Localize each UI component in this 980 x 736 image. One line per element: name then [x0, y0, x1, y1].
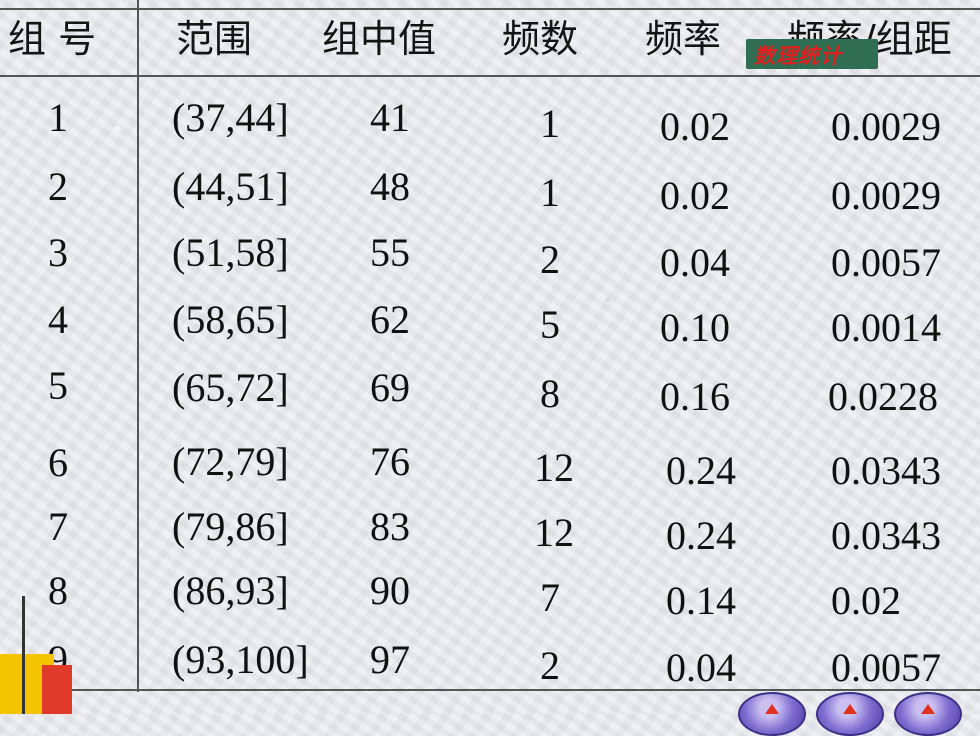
- rate-cell: 0.04: [666, 645, 736, 690]
- midpoint-cell: 69: [370, 365, 410, 410]
- midpoint-cell: 90: [370, 568, 410, 613]
- group-cell: 7: [48, 504, 68, 549]
- density-cell: 0.0057: [831, 645, 941, 690]
- group-cell: 8: [48, 568, 68, 613]
- group-cell: 5: [48, 363, 68, 408]
- frequency-cell: 8: [540, 371, 560, 416]
- range-cell: (37,44]: [172, 95, 289, 140]
- group-cell: 4: [48, 297, 68, 342]
- range-cell: (51,58]: [172, 230, 289, 275]
- range-cell: (79,86]: [172, 504, 289, 549]
- range-cell: (44,51]: [172, 164, 289, 209]
- frequency-cell: 12: [534, 445, 574, 490]
- rate-cell: 0.10: [660, 305, 730, 350]
- range-cell: (65,72]: [172, 365, 289, 410]
- group-cell: 1: [48, 95, 68, 140]
- header-top-rule: [0, 8, 980, 10]
- rate-cell: 0.04: [660, 240, 730, 285]
- density-cell: 0.0228: [828, 374, 938, 419]
- midpoint-cell: 76: [370, 439, 410, 484]
- rate-cell: 0.16: [660, 374, 730, 419]
- range-cell: (72,79]: [172, 439, 289, 484]
- frequency-cell: 12: [534, 510, 574, 555]
- header-group: 组 号: [8, 17, 97, 61]
- corner-decoration-line: [22, 596, 25, 714]
- density-cell: 0.0343: [831, 448, 941, 493]
- midpoint-cell: 83: [370, 504, 410, 549]
- midpoint-cell: 62: [370, 297, 410, 342]
- corner-decoration-accent: [42, 665, 72, 714]
- header-range: 范围: [176, 17, 253, 61]
- header-bottom-rule: [0, 75, 980, 77]
- density-cell: 0.0014: [831, 305, 941, 350]
- nav-next-button[interactable]: [894, 692, 962, 736]
- watermark-text: 数理统计: [754, 43, 842, 68]
- nav-home-button[interactable]: [816, 692, 884, 736]
- range-cell: (93,100]: [172, 637, 309, 682]
- midpoint-cell: 41: [370, 95, 410, 140]
- frequency-cell: 1: [540, 170, 560, 215]
- group-cell: 6: [48, 440, 68, 485]
- frequency-cell: 5: [540, 302, 560, 347]
- nav-previous-button[interactable]: [738, 692, 806, 736]
- midpoint-cell: 97: [370, 637, 410, 682]
- density-cell: 0.02: [831, 578, 901, 623]
- density-cell: 0.0029: [831, 173, 941, 218]
- density-cell: 0.0343: [831, 513, 941, 558]
- frequency-cell: 1: [540, 101, 560, 146]
- rate-cell: 0.14: [666, 578, 736, 623]
- frequency-cell: 2: [540, 643, 560, 688]
- group-cell: 2: [48, 164, 68, 209]
- frequency-cell: 2: [540, 237, 560, 282]
- header-frequency: 频数: [502, 17, 579, 61]
- header-rate: 频率: [645, 17, 722, 61]
- rate-cell: 0.02: [660, 104, 730, 149]
- density-cell: 0.0057: [831, 240, 941, 285]
- rate-cell: 0.24: [666, 448, 736, 493]
- midpoint-cell: 48: [370, 164, 410, 209]
- range-cell: (86,93]: [172, 568, 289, 613]
- column-divider: [137, 0, 139, 692]
- rate-cell: 0.02: [660, 173, 730, 218]
- rate-cell: 0.24: [666, 513, 736, 558]
- header-midpoint: 组中值: [322, 17, 437, 61]
- density-cell: 0.0029: [831, 104, 941, 149]
- range-cell: (58,65]: [172, 297, 289, 342]
- midpoint-cell: 55: [370, 230, 410, 275]
- frequency-cell: 7: [540, 575, 560, 620]
- group-cell: 3: [48, 230, 68, 275]
